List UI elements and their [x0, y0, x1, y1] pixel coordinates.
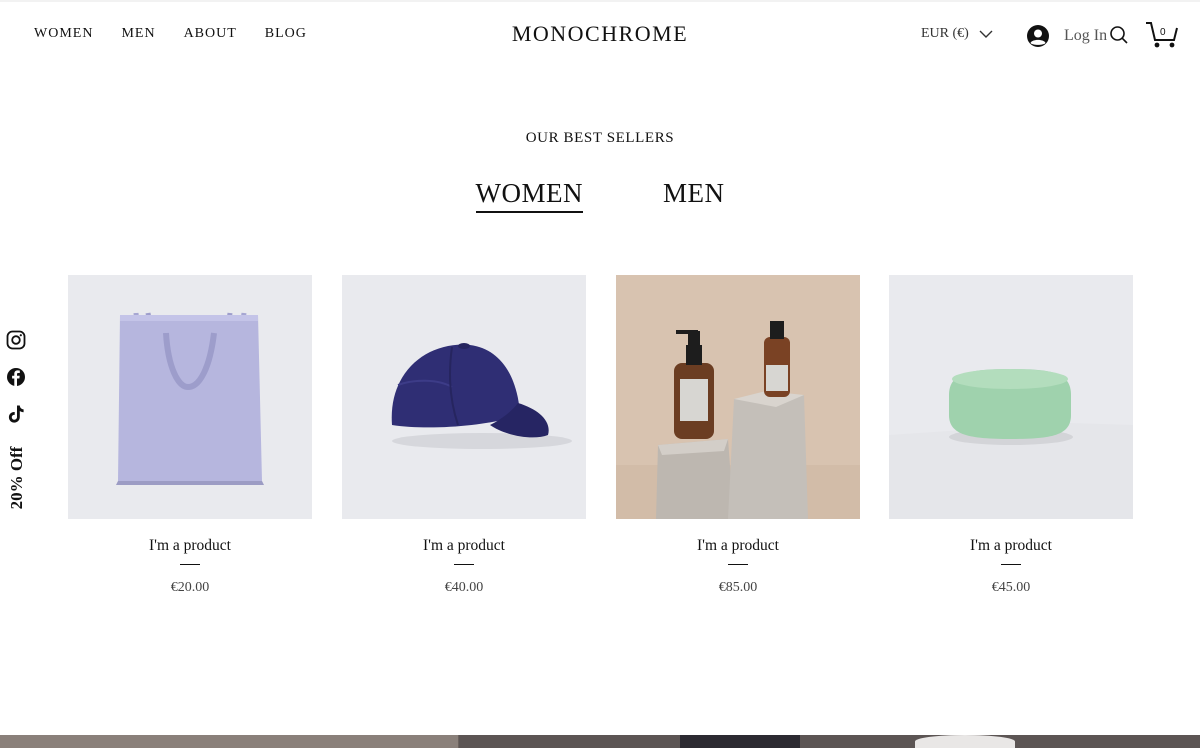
chevron-down-icon — [979, 30, 993, 38]
login-button[interactable]: Log In — [1026, 24, 1107, 48]
banner-figure — [680, 735, 800, 748]
nav-women[interactable]: WOMEN — [34, 26, 93, 42]
promo-label: 20% Off — [7, 446, 26, 510]
product-card[interactable]: I'm a product €45.00 — [889, 275, 1133, 596]
product-divider — [454, 564, 474, 565]
product-name[interactable]: I'm a product — [616, 537, 860, 555]
avatar-icon — [1027, 25, 1049, 47]
product-name[interactable]: I'm a product — [68, 537, 312, 555]
product-price: €20.00 — [170, 580, 210, 595]
product-card[interactable]: I'm a product €20.00 — [68, 275, 312, 596]
product-card[interactable]: I'm a product €85.00 — [616, 275, 860, 596]
nav-about[interactable]: ABOUT — [184, 26, 237, 42]
category-tabs: WOMEN MEN — [0, 178, 1200, 213]
product-price: €45.00 — [991, 580, 1031, 595]
social-bar — [6, 330, 28, 441]
product-image-baseball-cap[interactable] — [342, 275, 586, 519]
cart-button[interactable]: 0 — [1145, 21, 1179, 49]
tab-women[interactable]: WOMEN — [475, 178, 583, 213]
product-price: €85.00 — [718, 580, 758, 595]
product-image-amber-bottles[interactable] — [616, 275, 860, 519]
product-card[interactable]: I'm a product €40.00 — [342, 275, 586, 596]
hero-banner-strip — [0, 735, 1200, 748]
facebook-icon[interactable] — [6, 367, 26, 387]
login-label: Log In — [1064, 27, 1108, 44]
currency-selector[interactable]: EUR (€) — [921, 26, 993, 42]
nav-blog[interactable]: BLOG — [265, 26, 307, 42]
product-divider — [1001, 564, 1021, 565]
top-border — [0, 0, 1200, 2]
promo-tab[interactable]: 20% Off — [0, 440, 34, 516]
tab-men[interactable]: MEN — [663, 178, 725, 213]
banner-panel-right — [459, 735, 1200, 748]
cart-count: 0 — [1160, 27, 1166, 38]
product-price: €40.00 — [444, 580, 484, 595]
banner-panel-left — [0, 735, 458, 748]
product-name[interactable]: I'm a product — [889, 537, 1133, 555]
search-icon[interactable] — [1109, 25, 1129, 45]
product-divider — [728, 564, 748, 565]
instagram-icon[interactable] — [6, 330, 26, 350]
product-image-green-soap[interactable] — [889, 275, 1133, 519]
product-image-tote-bag[interactable] — [68, 275, 312, 519]
nav-men[interactable]: MEN — [121, 26, 155, 42]
main-nav: WOMEN MEN ABOUT BLOG — [34, 26, 335, 42]
section-title: OUR BEST SELLERS — [525, 130, 675, 146]
brand-logo[interactable]: MONOCHROME — [512, 21, 688, 46]
product-name[interactable]: I'm a product — [342, 537, 586, 555]
currency-label: EUR (€) — [921, 26, 969, 41]
tiktok-icon[interactable] — [6, 404, 26, 424]
product-divider — [180, 564, 200, 565]
banner-highlight — [915, 735, 1015, 748]
